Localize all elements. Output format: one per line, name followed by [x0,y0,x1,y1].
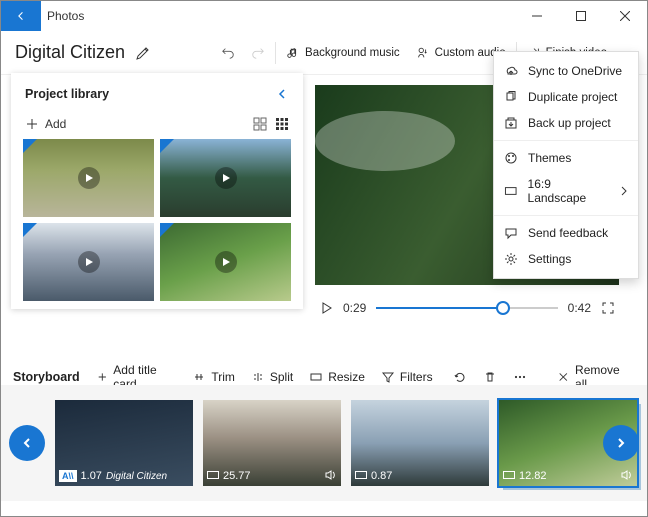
strip-prev-button[interactable] [9,425,45,461]
story-clip[interactable]: A\\ 1.07 Digital Citizen [55,400,193,486]
fullscreen-button[interactable] [601,301,615,315]
library-thumb[interactable] [160,139,291,217]
seek-slider[interactable] [376,307,557,309]
sound-icon [619,468,633,482]
play-icon [78,167,100,189]
project-library-panel: Project library Add [11,73,303,309]
add-media-button[interactable]: Add [25,117,66,131]
story-clip[interactable]: 25.77 [203,400,341,486]
title-bar: Photos [1,1,647,31]
clip-duration: 12.82 [519,470,547,482]
undo-button[interactable] [213,40,243,66]
aspect-icon [207,471,219,481]
sound-icon [323,468,337,482]
grid-small-icon[interactable] [275,117,289,131]
grid-large-icon[interactable] [253,117,267,131]
story-clip[interactable]: 0.87 [351,400,489,486]
menu-themes[interactable]: Themes [494,145,638,171]
total-time: 0:42 [568,301,591,315]
play-icon [78,251,100,273]
clip-caption: Digital Citizen [106,471,167,482]
menu-send-feedback[interactable]: Send feedback [494,220,638,246]
menu-sync-onedrive[interactable]: Sync to OneDrive [494,58,638,84]
edit-name-icon[interactable] [135,45,151,61]
close-button[interactable] [603,1,647,31]
play-button[interactable] [319,301,333,315]
background-music-button[interactable]: Background music [278,40,408,66]
clip-duration: 0.87 [371,470,392,482]
library-thumb[interactable] [23,139,154,217]
collapse-library-icon[interactable] [275,87,289,101]
title-card-badge: A\\ [59,470,77,482]
menu-settings[interactable]: Settings [494,246,638,272]
play-icon [215,251,237,273]
redo-button[interactable] [243,40,273,66]
minimize-button[interactable] [515,1,559,31]
library-title: Project library [25,87,109,101]
window-title: Photos [41,9,515,23]
library-thumb[interactable] [23,223,154,301]
aspect-icon [355,471,367,481]
project-name: Digital Citizen [15,42,125,63]
menu-duplicate-project[interactable]: Duplicate project [494,84,638,110]
clip-duration: 25.77 [223,470,251,482]
menu-backup-project[interactable]: Back up project [494,110,638,136]
storyboard-label: Storyboard [13,370,86,384]
library-thumb[interactable] [160,223,291,301]
menu-aspect-ratio[interactable]: 16:9 Landscape [494,171,638,211]
current-time: 0:29 [343,301,366,315]
clip-duration: 1.07 [81,470,102,482]
storyboard-strip: A\\ 1.07 Digital Citizen 25.77 0.87 12.82 [1,385,647,501]
aspect-icon [503,471,515,481]
back-button[interactable] [1,1,41,31]
play-icon [215,167,237,189]
maximize-button[interactable] [559,1,603,31]
chevron-right-icon [620,185,628,197]
more-menu: Sync to OneDrive Duplicate project Back … [493,51,639,279]
strip-next-button[interactable] [603,425,639,461]
